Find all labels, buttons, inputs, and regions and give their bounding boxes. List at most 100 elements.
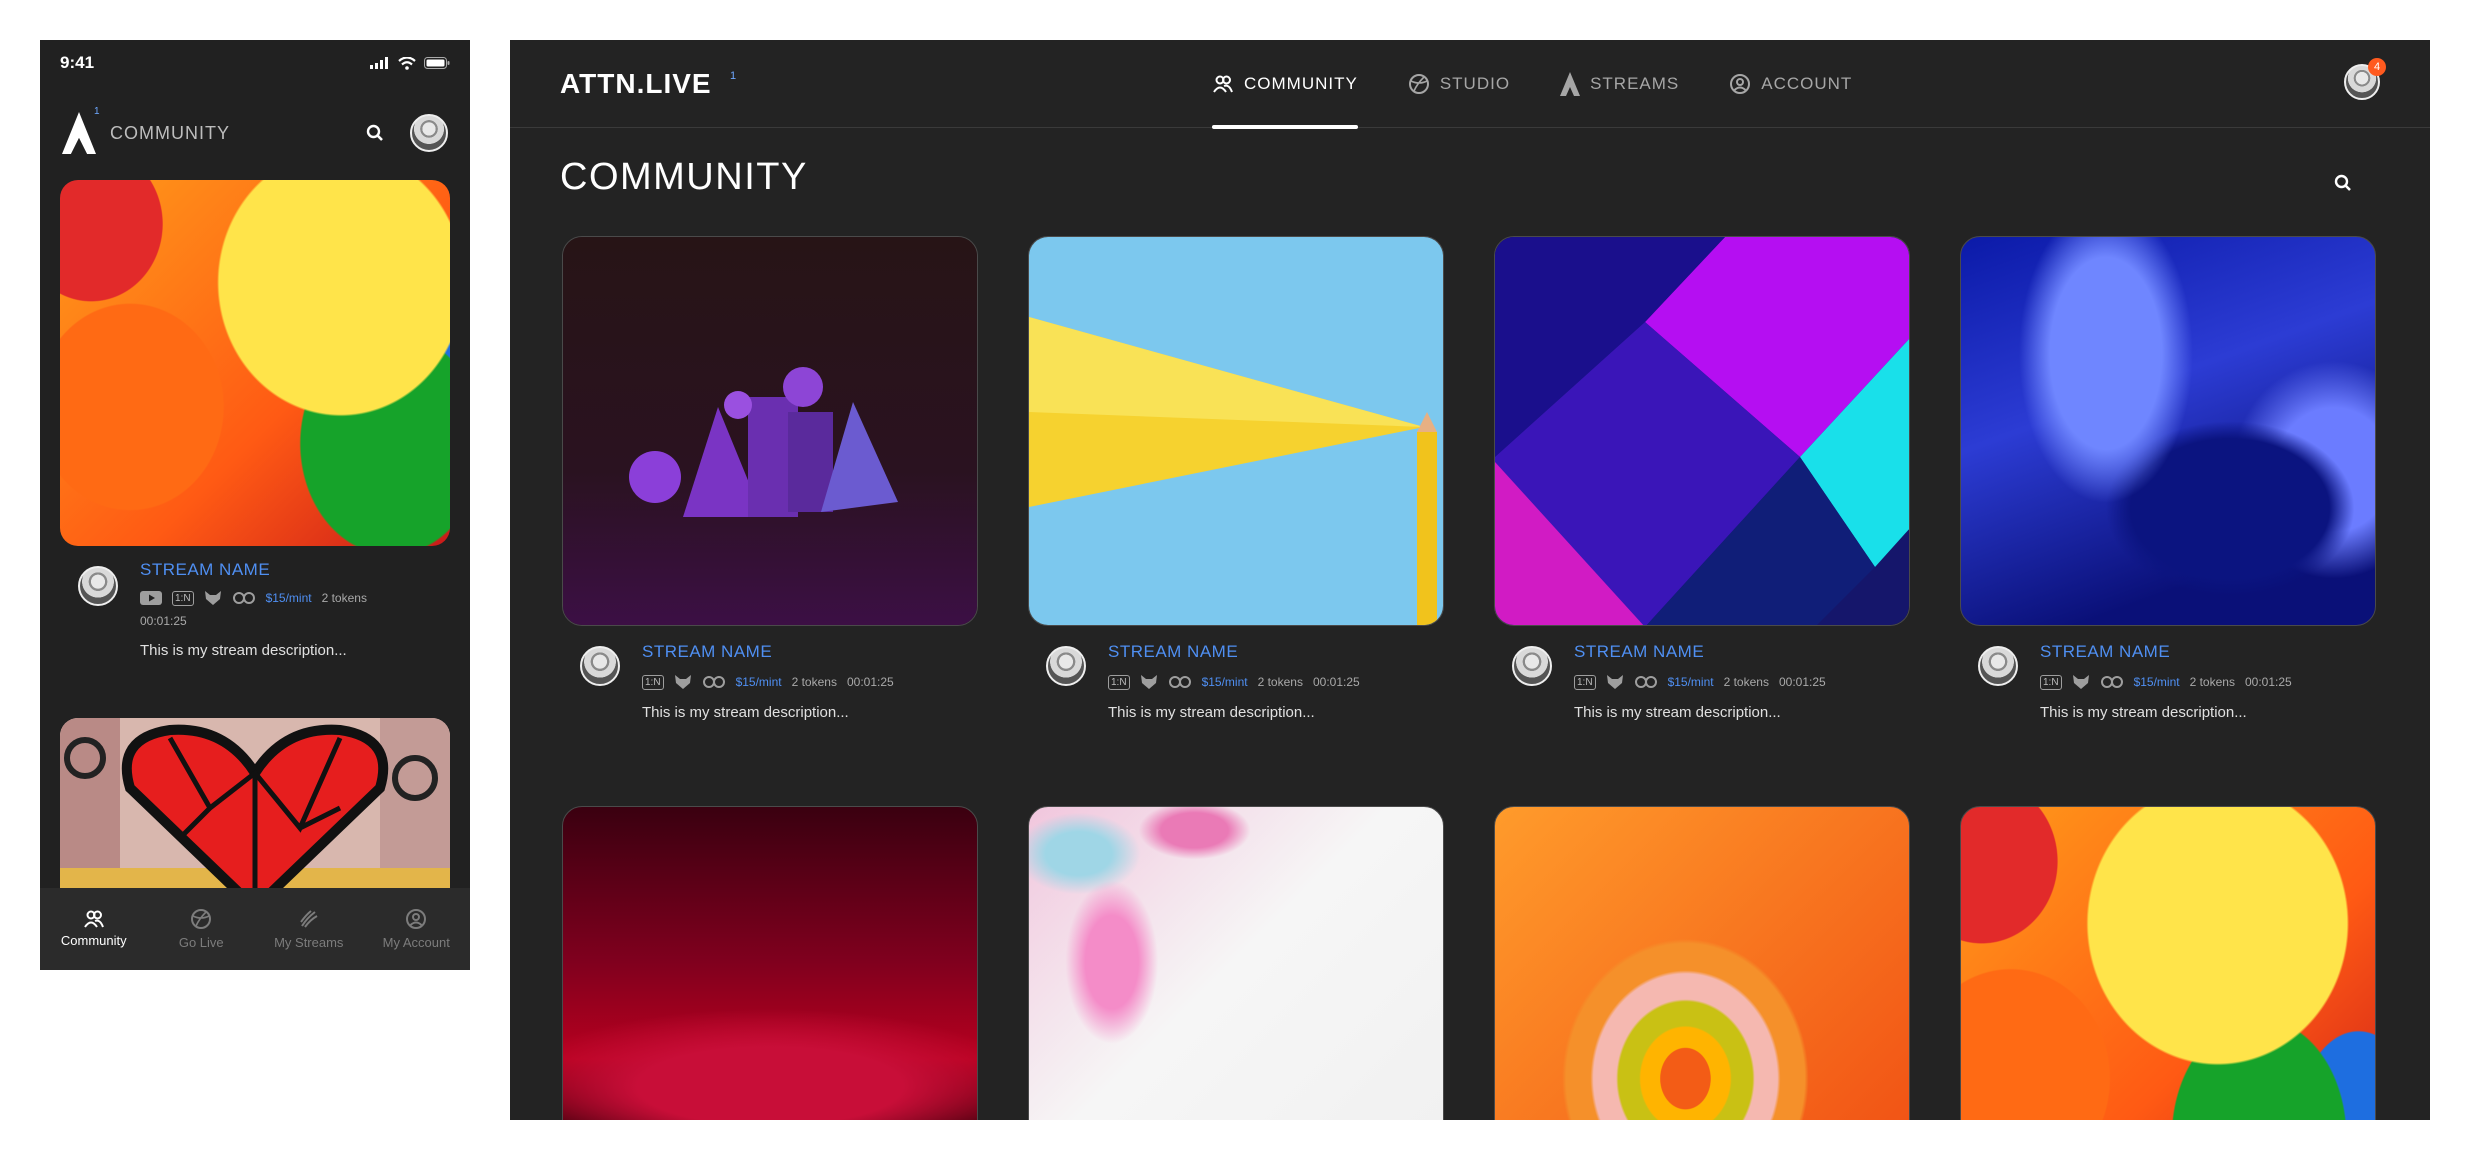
- stream-price: $15/mint: [1667, 675, 1714, 689]
- ratio-icon: 1:N: [1108, 674, 1130, 690]
- attn-logo[interactable]: ATTN.LIVE: [560, 68, 712, 100]
- nav-studio[interactable]: STUDIO: [1408, 40, 1510, 128]
- mobile-page-title: COMMUNITY: [110, 122, 230, 143]
- stream-name[interactable]: STREAM NAME: [140, 560, 367, 580]
- stream-name[interactable]: STREAM NAME: [642, 642, 894, 662]
- desktop-screen: ATTN.LIVE 1 COMMUNITY STUDIO STREAMS ACC…: [510, 40, 2430, 1120]
- tab-my-streams[interactable]: My Streams: [255, 888, 363, 970]
- globe-icon: [191, 909, 212, 929]
- fox-icon: [674, 674, 692, 690]
- stream-name[interactable]: STREAM NAME: [1574, 642, 1826, 662]
- ratio-icon: 1:N: [172, 590, 194, 606]
- stream-name[interactable]: STREAM NAME: [2040, 642, 2292, 662]
- main-menu: COMMUNITY STUDIO STREAMS ACCOUNT: [1212, 40, 1902, 129]
- chain-link-icon: [1168, 675, 1192, 689]
- chain-link-icon: [702, 675, 726, 689]
- stream-tokens: 2 tokens: [791, 675, 837, 689]
- stream-thumbnail[interactable]: [1028, 236, 1444, 626]
- nav-community[interactable]: COMMUNITY: [1212, 40, 1358, 129]
- tab-label: My Account: [382, 935, 450, 950]
- ratio-icon: 1:N: [2040, 674, 2062, 690]
- chain-link-icon: [232, 591, 256, 605]
- mobile-header: 1 COMMUNITY: [40, 98, 470, 168]
- tab-label: My Streams: [274, 935, 344, 950]
- tab-my-account[interactable]: My Account: [363, 888, 471, 970]
- profile-avatar[interactable]: [410, 114, 448, 152]
- geometric-colors-image: [1495, 237, 1909, 625]
- stream-tokens: 2 tokens: [321, 591, 367, 605]
- tab-go-live[interactable]: Go Live: [148, 888, 256, 970]
- stream-stats: 1:N $15/mint 2 tokens 00:01:25: [1108, 674, 1360, 690]
- stream-tokens: 2 tokens: [1257, 675, 1303, 689]
- top-navigation: ATTN.LIVE 1 COMMUNITY STUDIO STREAMS ACC…: [510, 40, 2430, 129]
- account-icon: [1730, 74, 1751, 94]
- chain-link-icon: [2100, 675, 2124, 689]
- fox-icon: [2072, 674, 2090, 690]
- community-icon: [83, 910, 104, 928]
- creator-avatar[interactable]: [1512, 646, 1552, 686]
- creator-avatar[interactable]: [1978, 646, 2018, 686]
- stream-thumbnail[interactable]: [1494, 806, 1910, 1120]
- ratio-icon: 1:N: [1574, 674, 1596, 690]
- stream-description: This is my stream description...: [642, 704, 849, 721]
- nav-label: STREAMS: [1590, 74, 1680, 93]
- creator-avatar[interactable]: [1046, 646, 1086, 686]
- profile-menu[interactable]: 4: [2344, 58, 2386, 100]
- creator-avatar[interactable]: [78, 566, 118, 606]
- logo-superscript: 1: [94, 106, 100, 117]
- fox-icon: [204, 590, 222, 606]
- stream-stats: 1:N $15/mint 2 tokens 00:01:25: [2040, 674, 2292, 690]
- stream-description: This is my stream description...: [2040, 704, 2247, 721]
- stream-duration: 00:01:25: [1778, 675, 1826, 689]
- stream-stats: 1:N $15/mint 2 tokens: [140, 590, 367, 606]
- stream-thumbnail[interactable]: [1494, 236, 1910, 626]
- tab-label: Community: [60, 933, 127, 948]
- tab-community[interactable]: Community: [40, 888, 148, 970]
- status-bar: 9:41: [40, 40, 470, 86]
- stream-price: $15/mint: [735, 675, 782, 689]
- stream-stats: 1:N $15/mint 2 tokens 00:01:25: [1574, 674, 1826, 690]
- stream-thumbnail[interactable]: [1960, 236, 2376, 626]
- fox-icon: [1140, 674, 1158, 690]
- stream-description: This is my stream description...: [140, 642, 347, 659]
- search-icon[interactable]: [366, 124, 384, 142]
- nav-label: COMMUNITY: [1244, 74, 1358, 93]
- fox-icon: [1606, 674, 1624, 690]
- nav-account[interactable]: ACCOUNT: [1729, 40, 1852, 128]
- stream-thumbnail[interactable]: [60, 180, 450, 546]
- search-icon[interactable]: [2334, 174, 2352, 192]
- status-time: 9:41: [60, 53, 95, 72]
- stream-thumbnail[interactable]: [562, 236, 978, 626]
- stream-duration-row: 00:01:25: [140, 614, 367, 628]
- stream-thumbnail[interactable]: [562, 806, 978, 1120]
- purple-shapes-image: [563, 237, 977, 625]
- yellow-pencil-image: [1029, 237, 1443, 625]
- logo-superscript: 1: [730, 70, 737, 82]
- stream-stats: 1:N $15/mint 2 tokens 00:01:25: [642, 674, 894, 690]
- stream-tokens: 2 tokens: [2189, 675, 2235, 689]
- stream-thumbnail[interactable]: [1960, 806, 2376, 1120]
- nav-label: STUDIO: [1439, 74, 1511, 93]
- nav-label: ACCOUNT: [1761, 74, 1853, 93]
- streams-icon: [1560, 72, 1581, 96]
- community-icon: [1213, 75, 1233, 93]
- stream-duration: 00:01:25: [1312, 675, 1360, 689]
- signal-icon: [370, 57, 388, 69]
- tab-label: Go Live: [178, 935, 224, 950]
- chain-link-icon: [1634, 675, 1658, 689]
- video-icon: [140, 590, 162, 606]
- battery-icon: [424, 57, 450, 69]
- stream-duration: 00:01:25: [2244, 675, 2292, 689]
- nav-streams[interactable]: STREAMS: [1560, 40, 1679, 128]
- attn-logo-icon[interactable]: [62, 112, 96, 154]
- creator-avatar[interactable]: [580, 646, 620, 686]
- globe-icon: [1408, 74, 1429, 94]
- stream-description: This is my stream description...: [1108, 704, 1315, 721]
- status-icons: [370, 56, 450, 70]
- stream-price: $15/mint: [1201, 675, 1248, 689]
- stream-name[interactable]: STREAM NAME: [1108, 642, 1360, 662]
- mobile-screen: 9:41 1 COMMUNITY STREAM NAME 1:N $15/min…: [40, 40, 470, 970]
- bottom-tab-bar: Community Go Live My Streams My Account: [40, 888, 470, 970]
- stream-thumbnail[interactable]: [1028, 806, 1444, 1120]
- stream-tokens: 2 tokens: [1723, 675, 1769, 689]
